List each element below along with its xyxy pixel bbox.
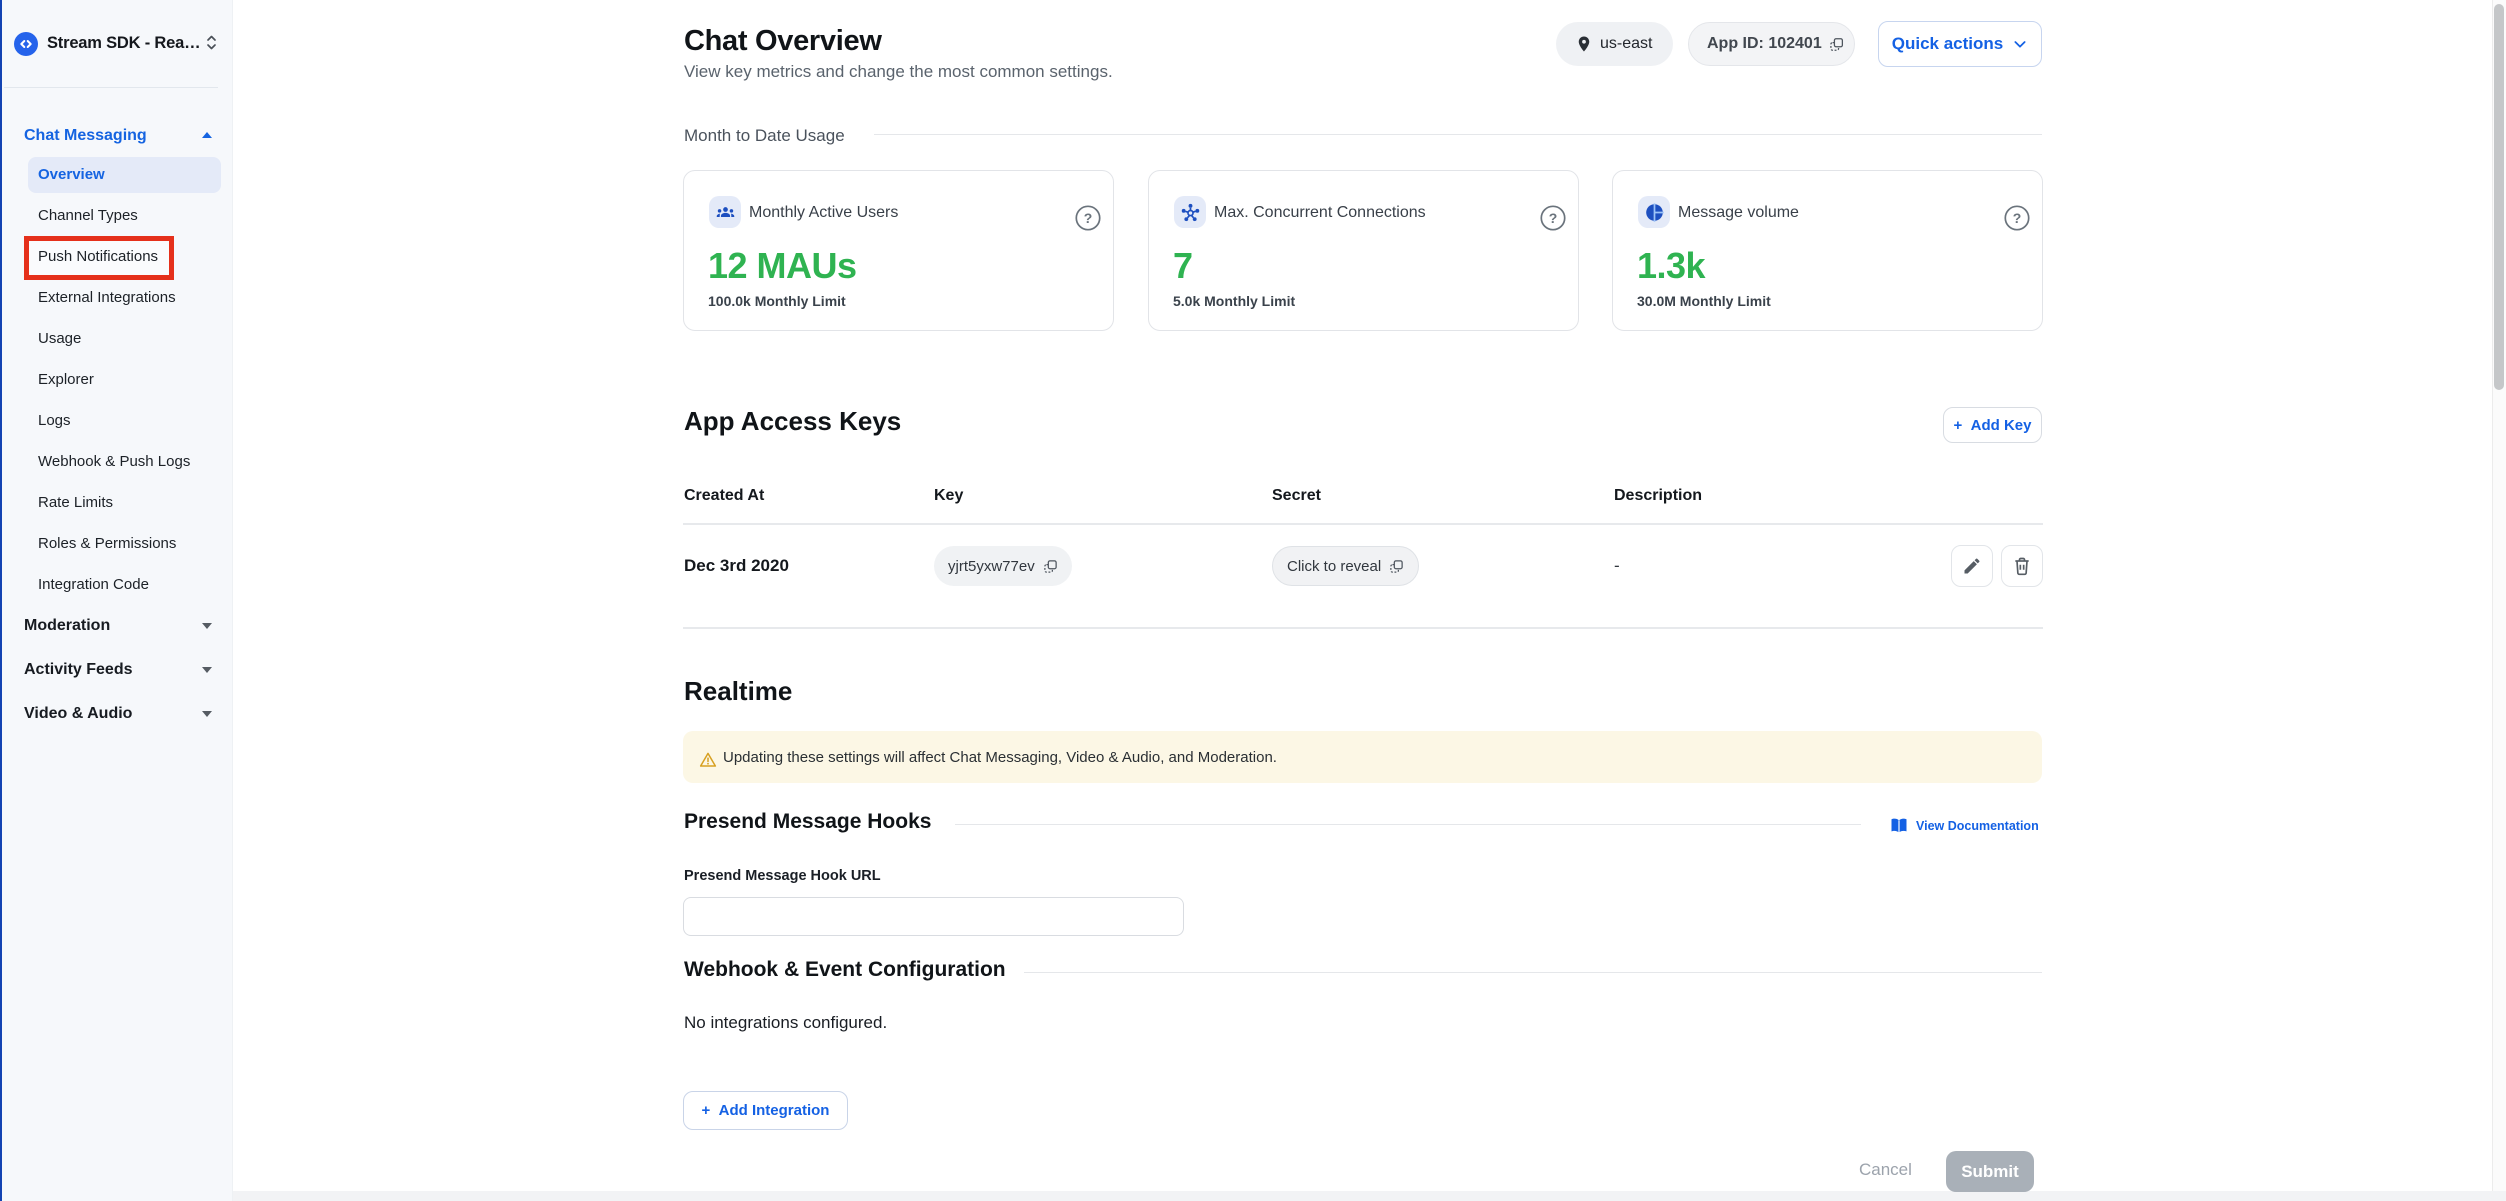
svg-text:?: ? xyxy=(2013,210,2022,226)
svg-text:?: ? xyxy=(1549,210,1558,226)
svg-text:?: ? xyxy=(1084,210,1093,226)
